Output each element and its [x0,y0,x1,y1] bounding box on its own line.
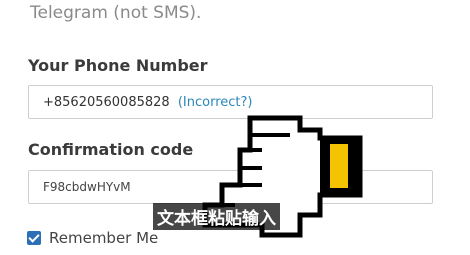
remember-me-label: Remember Me [49,229,159,247]
remember-me[interactable]: Remember Me [27,229,158,247]
confirmation-code-label: Confirmation code [28,140,194,159]
phone-number-display: +85620560085828 (Incorrect?) [43,95,252,110]
confirmation-code-value: F98cbdwHYvM [43,180,131,194]
phone-number-value: +85620560085828 [43,95,170,110]
phone-number-field[interactable]: +85620560085828 (Incorrect?) [28,85,433,119]
overlay-caption: 文本框粘贴输入 [153,203,280,230]
intro-text: Telegram (not SMS). [30,3,202,23]
confirmation-page: Telegram (not SMS). Your Phone Number +8… [0,0,470,255]
confirmation-code-input[interactable]: F98cbdwHYvM [28,170,433,204]
remember-me-checkbox[interactable] [27,231,41,245]
phone-number-label: Your Phone Number [28,56,208,75]
incorrect-link[interactable]: (Incorrect?) [178,95,253,110]
